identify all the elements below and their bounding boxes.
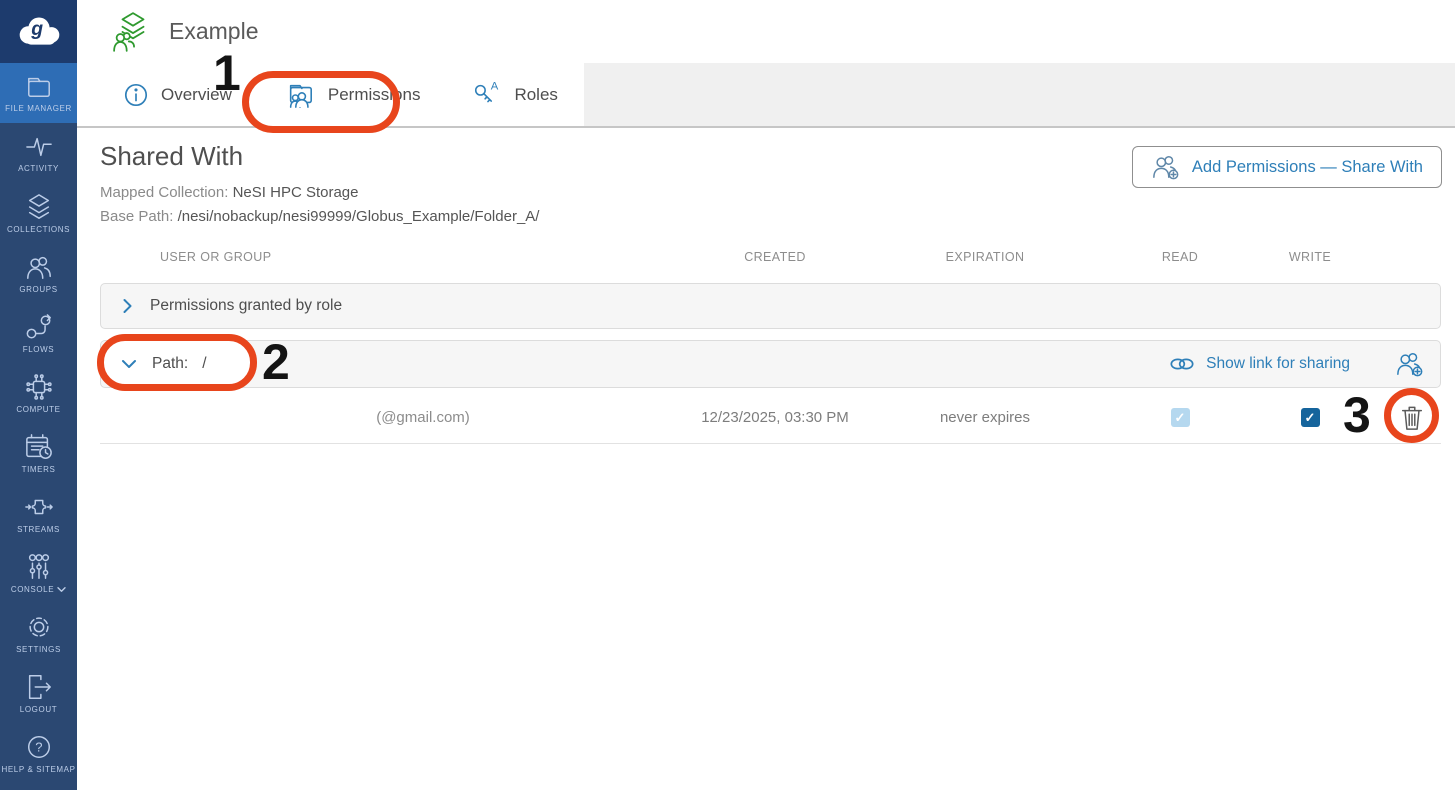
sidebar-item-settings[interactable]: SETTINGS [0,603,77,663]
logout-icon [24,673,54,701]
trash-icon[interactable] [1399,403,1425,433]
guest-collection-icon [113,11,153,53]
app-window: g FILE MANAGER ACTIVITY COLLECTIONS [0,0,1455,790]
permissions-by-role-label: Permissions granted by role [150,297,342,315]
sidebar-item-file-manager[interactable]: FILE MANAGER [0,63,77,123]
sidebar-item-label: TIMERS [22,465,56,474]
col-write: WRITE [1260,250,1360,264]
streams-icon [24,493,54,521]
tab-label: Roles [514,85,557,105]
compute-icon [24,373,54,401]
chevron-right-icon[interactable] [120,297,135,315]
sidebar-item-collections[interactable]: COLLECTIONS [0,183,77,243]
add-people-icon [1151,153,1181,181]
sidebar-item-groups[interactable]: GROUPS [0,243,77,303]
sidebar-item-streams[interactable]: STREAMS [0,483,77,543]
path-label: Path: [152,355,188,373]
svg-text:A: A [491,80,499,92]
sidebar-item-help-sitemap[interactable]: ? HELP & SITEMAP [0,723,77,783]
sidebar-item-timers[interactable]: TIMERS [0,423,77,483]
groups-icon [24,253,54,281]
write-checkbox[interactable]: ✓ [1301,408,1320,427]
add-permissions-button[interactable]: Add Permissions — Share With [1132,146,1442,188]
sidebar-item-label: COMPUTE [16,405,60,414]
sidebar-item-activity[interactable]: ACTIVITY [0,123,77,183]
sidebar-item-label: HELP & SITEMAP [1,765,75,774]
sidebar-item-flows[interactable]: FLOWS [0,303,77,363]
key-icon: A [472,80,502,110]
user-identity: (@gmail.com) [100,409,680,426]
page-title: Example [169,18,258,45]
check-icon: ✓ [1305,410,1316,426]
read-checkbox[interactable]: ✓ [1171,408,1190,427]
tab-bar-filler [584,63,1455,126]
chevron-down-icon[interactable] [120,357,138,371]
show-link-for-sharing[interactable]: Show link for sharing [1169,355,1350,373]
collections-icon [24,193,54,221]
permissions-folder-icon [284,81,316,109]
svg-text:?: ? [35,739,42,754]
permissions-by-role-row[interactable]: Permissions granted by role [100,283,1441,329]
tab-label: Permissions [328,85,421,105]
folder-icon [24,74,54,100]
sidebar-item-logout[interactable]: LOGOUT [0,663,77,723]
sidebar-item-label: FLOWS [23,345,54,354]
gear-icon [24,613,54,641]
flows-icon [24,313,54,341]
tab-roles[interactable]: A Roles [446,63,583,126]
sidebar-item-label: FILE MANAGER [5,104,72,113]
base-path-value: /nesi/nobackup/nesi99999/Globus_Example/… [178,208,540,225]
sidebar-item-label: SETTINGS [16,645,61,654]
globus-logo[interactable]: g [0,0,77,63]
sidebar-item-label: LOGOUT [20,705,57,714]
path-expander[interactable]: Path: / [101,355,207,373]
svg-text:g: g [30,18,43,39]
table-header-row: USER OR GROUP CREATED EXPIRATION READ WR… [100,246,1441,268]
sidebar-item-label: GROUPS [19,285,57,294]
base-path-line: Base Path: /nesi/nobackup/nesi99999/Glob… [100,208,539,225]
main-area: Example Overview Permissions [77,0,1455,790]
timers-icon [24,433,54,461]
base-path-label: Base Path: [100,208,173,225]
chevron-down-icon [57,586,66,593]
tab-bar: Overview Permissions A Roles [77,63,1455,128]
globus-cloud-icon: g [10,11,68,53]
link-icon [1169,357,1195,371]
path-row: Path: / Show link for sharing [100,340,1441,388]
mapped-collection-value: NeSI HPC Storage [233,184,359,201]
sidebar: g FILE MANAGER ACTIVITY COLLECTIONS [0,0,77,790]
path-value: / [202,355,206,373]
tab-permissions[interactable]: Permissions [258,63,447,126]
show-link-label: Show link for sharing [1206,355,1350,373]
mapped-collection-label: Mapped Collection: [100,184,228,201]
sidebar-item-label: COLLECTIONS [7,225,70,234]
sidebar-item-label: STREAMS [17,525,60,534]
tab-overview[interactable]: Overview [97,63,258,126]
sidebar-item-label: CONSOLE [11,585,66,594]
add-people-icon[interactable] [1395,350,1425,378]
page-header: Example [77,0,1455,63]
mapped-collection-line: Mapped Collection: NeSI HPC Storage [100,184,358,201]
help-icon: ? [24,733,54,761]
add-permissions-label: Add Permissions — Share With [1192,158,1423,177]
col-expiration: EXPIRATION [870,250,1100,264]
tab-label: Overview [161,85,232,105]
console-icon [24,553,54,581]
sidebar-item-compute[interactable]: COMPUTE [0,363,77,423]
check-icon: ✓ [1175,410,1186,426]
permissions-panel: Shared With Mapped Collection: NeSI HPC … [77,128,1455,790]
col-user-or-group: USER OR GROUP [100,250,680,264]
sidebar-item-label: ACTIVITY [18,164,59,173]
info-icon [123,82,149,108]
section-heading: Shared With [100,141,243,172]
activity-icon [24,134,54,160]
sidebar-item-console[interactable]: CONSOLE [0,543,77,603]
created-value: 12/23/2025, 03:30 PM [680,409,870,426]
permission-table-row: (@gmail.com) 12/23/2025, 03:30 PM never … [100,392,1441,444]
col-read: READ [1100,250,1260,264]
col-created: CREATED [680,250,870,264]
expiration-value: never expires [870,409,1100,426]
